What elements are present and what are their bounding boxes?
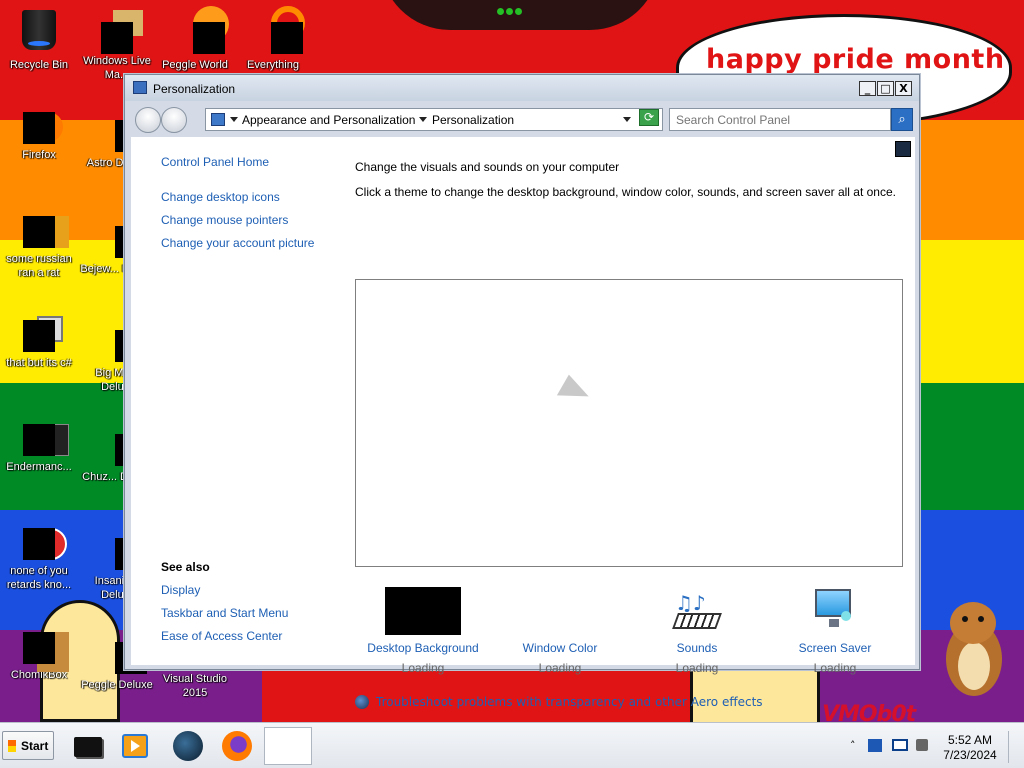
close-button[interactable]: X	[895, 81, 912, 96]
taskbar: Start ˄ 5:52 AM 7/23/2024	[0, 722, 1024, 768]
troubleshoot-aero-link[interactable]: Troubleshoot problems with transparency …	[376, 695, 763, 709]
desktop-background-status: Loading	[401, 661, 445, 675]
media-player-icon[interactable]	[120, 731, 150, 761]
hamster-image	[940, 600, 1006, 700]
firefox-icon[interactable]	[222, 731, 252, 761]
show-desktop-button[interactable]	[1008, 731, 1018, 763]
theme-list[interactable]	[355, 279, 903, 567]
personalization-icon	[133, 81, 147, 94]
desktop-icon-firefox[interactable]: Firefox	[1, 112, 77, 162]
change-account-picture-link[interactable]: Change your account picture	[161, 236, 314, 250]
back-button[interactable]	[135, 107, 161, 133]
taskbar-start-menu-link[interactable]: Taskbar and Start Menu	[161, 606, 288, 620]
sounds-status: Loading	[675, 661, 719, 675]
breadcrumb-personalization[interactable]: Personalization	[432, 113, 514, 127]
window-color-label[interactable]: Window Color	[490, 641, 630, 655]
display-link[interactable]: Display	[161, 583, 200, 597]
personalization-window: Personalization _ □ X Appearance and Per…	[124, 74, 920, 709]
app-icon	[23, 528, 67, 560]
desktop-icon-everything[interactable]: Everything	[235, 6, 311, 72]
change-mouse-pointers-link[interactable]: Change mouse pointers	[161, 213, 288, 227]
firefox-icon	[23, 112, 63, 144]
mail-icon	[101, 10, 143, 54]
recycle-bin-icon	[20, 6, 58, 54]
window-titlebar[interactable]: Personalization _ □ X	[125, 75, 919, 101]
desktop-background-label[interactable]: Desktop Background	[353, 641, 493, 655]
page-description: Click a theme to change the desktop back…	[355, 185, 896, 199]
page-heading: Change the visuals and sounds on your co…	[355, 160, 620, 174]
screen-saver-label[interactable]: Screen Saver	[765, 641, 905, 655]
clock-time: 5:52 AM	[947, 733, 993, 747]
tray-expand-icon[interactable]: ˄	[850, 739, 856, 752]
app-icon	[23, 216, 69, 248]
chevron-down-icon[interactable]	[419, 117, 427, 122]
wallpaper-watermark: VMOb0t	[822, 702, 916, 722]
desktop-icon-chomikbox[interactable]: ChomikBox	[1, 632, 77, 682]
start-button[interactable]: Start	[2, 731, 54, 760]
sounds-label[interactable]: Sounds	[627, 641, 767, 655]
network-icon[interactable]	[868, 739, 882, 752]
desktop-icon-that-but-its-csharp[interactable]: that but its c#	[1, 316, 77, 370]
screen-saver-tile[interactable]: Screen Saver Loading	[765, 587, 905, 675]
search-input[interactable]	[676, 112, 856, 127]
volume-icon[interactable]	[916, 739, 928, 751]
window-color-status: Loading	[538, 661, 582, 675]
control-panel-icon	[211, 113, 225, 126]
system-tray: ˄ 5:52 AM 7/23/2024	[846, 727, 1024, 765]
start-label: Start	[21, 739, 49, 753]
desktop-background-tile[interactable]: Desktop Background Loading	[353, 587, 493, 675]
taskbar-window-button[interactable]	[264, 727, 312, 765]
window-color-tile[interactable]: Window Color Loading	[490, 587, 630, 675]
navigation-bar: Appearance and Personalization Personali…	[131, 105, 915, 135]
sounds-tile[interactable]: ♫♪ Sounds Loading	[627, 587, 767, 675]
chomikbox-icon	[23, 632, 69, 672]
desktop-icon-none-of-you[interactable]: none of you retards kno...	[1, 528, 77, 592]
sounds-icon: ♫♪	[659, 587, 735, 635]
ease-of-access-link[interactable]: Ease of Access Center	[161, 629, 282, 643]
search-icon[interactable]: ⌕	[891, 108, 913, 131]
desktop-icon-peggle-world[interactable]: Peggle World	[157, 6, 233, 72]
address-dropdown-icon[interactable]	[623, 117, 631, 122]
screen-saver-status: Loading	[813, 661, 857, 675]
window-color-icon	[522, 587, 598, 635]
content-area: Control Panel Home Change desktop icons …	[131, 137, 915, 709]
desktop-icon-recycle-bin[interactable]: Recycle Bin	[1, 6, 77, 72]
breadcrumb-appearance[interactable]: Appearance and Personalization	[242, 113, 415, 127]
troubleshoot-icon	[355, 695, 369, 709]
window-title: Personalization	[153, 82, 236, 96]
screen-saver-icon	[797, 587, 873, 635]
help-icon[interactable]	[895, 141, 911, 157]
chevron-down-icon[interactable]	[230, 117, 238, 122]
maximize-button[interactable]: □	[877, 81, 894, 96]
clock-date: 7/23/2024	[943, 748, 997, 762]
taskbar-app-black-icon[interactable]	[72, 731, 102, 761]
folder-stack-icon	[23, 316, 63, 352]
clock[interactable]: 5:52 AM 7/23/2024	[938, 733, 1002, 763]
change-desktop-icons-link[interactable]: Change desktop icons	[161, 190, 280, 204]
mouse-cursor-icon	[556, 374, 594, 410]
search-app-icon	[257, 6, 305, 54]
see-also-heading: See also	[161, 560, 210, 574]
desktop-icon-some-russian[interactable]: some russian ran a rat	[1, 216, 77, 280]
address-bar[interactable]: Appearance and Personalization Personali…	[205, 108, 663, 131]
desktop-background-icon	[385, 587, 461, 635]
globe-app-icon[interactable]	[173, 731, 203, 761]
app-icon	[23, 424, 69, 456]
game-icon	[179, 6, 229, 54]
control-panel-home-link[interactable]: Control Panel Home	[161, 155, 269, 169]
wallpaper-speech-text: happy pride month	[706, 44, 1005, 75]
display-tray-icon[interactable]	[892, 739, 908, 751]
refresh-button[interactable]: ⟳	[639, 109, 659, 126]
forward-button[interactable]	[161, 107, 187, 133]
desktop-icon-windows-live-mail[interactable]: Windows Live Ma...	[79, 10, 155, 82]
minimize-button[interactable]: _	[859, 81, 876, 96]
desktop-icon-endermanch[interactable]: Endermanc...	[1, 424, 77, 474]
windows-flag-icon	[8, 740, 16, 752]
search-box[interactable]	[669, 108, 891, 131]
